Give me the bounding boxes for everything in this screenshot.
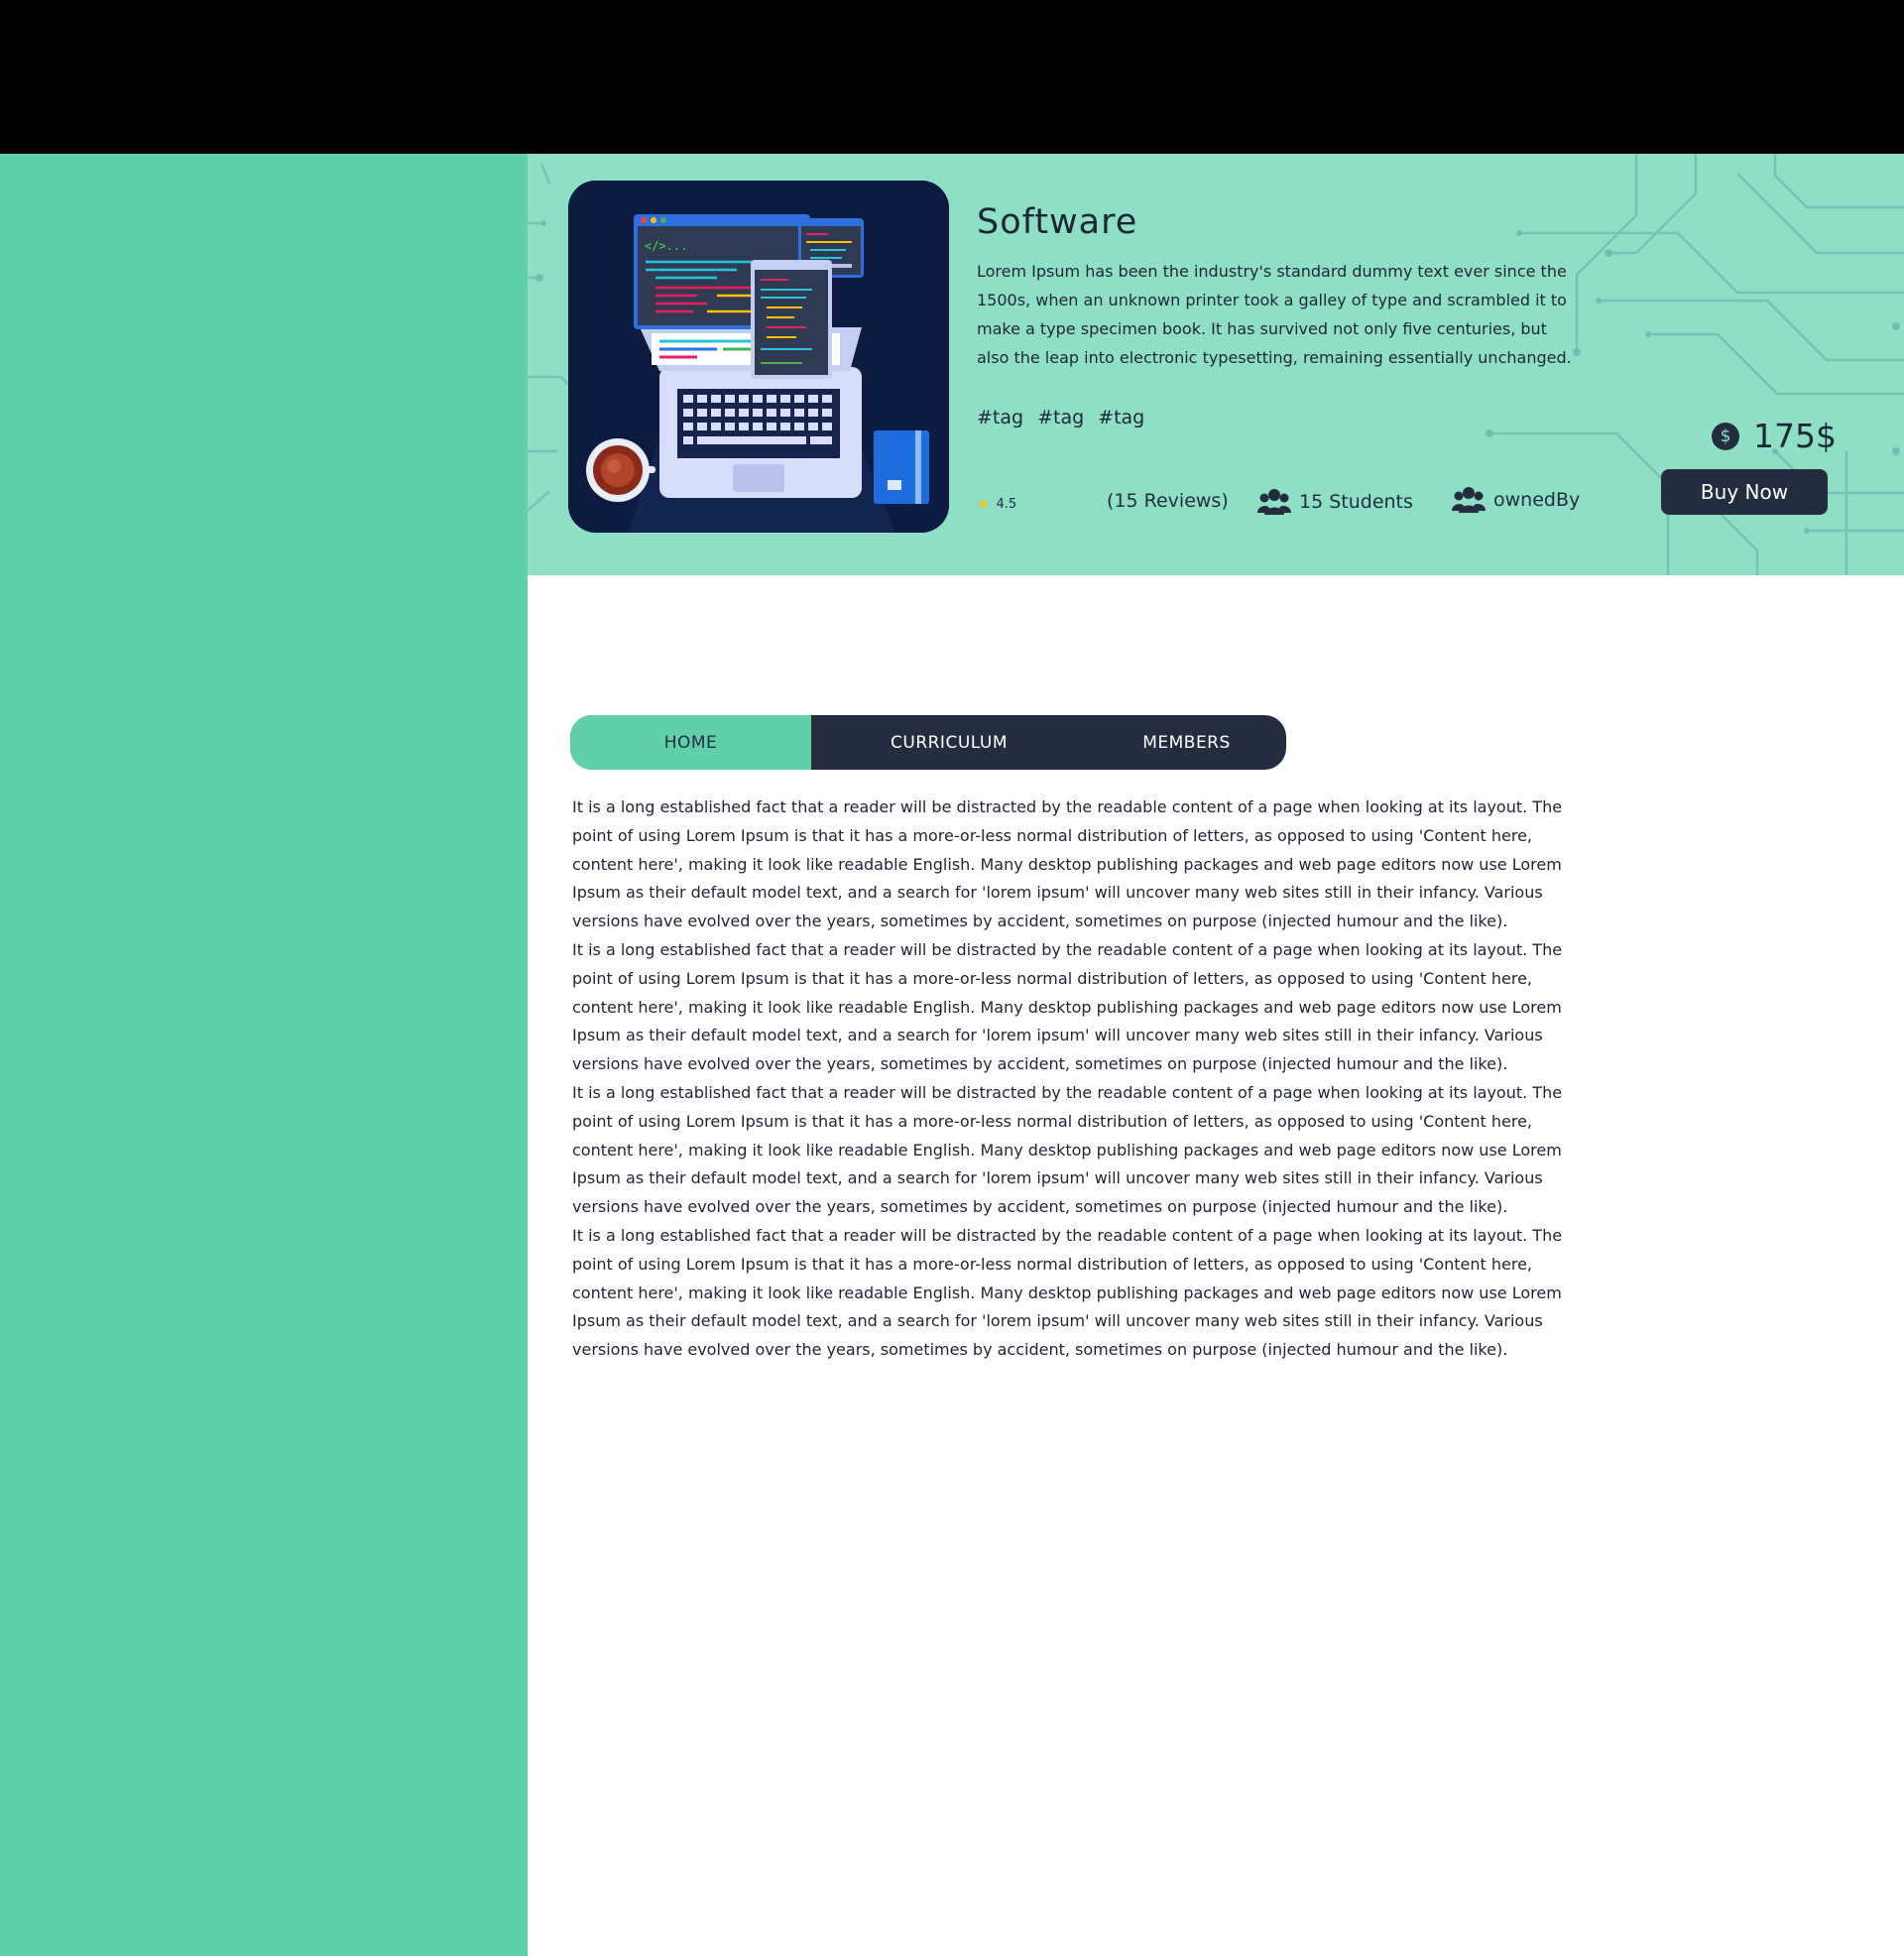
svg-text:</>...: </>...: [645, 239, 687, 253]
content-paragraph: It is a long established fact that a rea…: [572, 1082, 1563, 1217]
price-value: 175$: [1753, 417, 1837, 455]
content-paragraph: It is a long established fact that a rea…: [572, 1225, 1563, 1360]
people-icon: [1452, 485, 1486, 515]
dollar-icon: $: [1712, 422, 1739, 450]
course-description: Lorem Ipsum has been the industry's stan…: [977, 262, 1572, 367]
course-owner[interactable]: ownedBy: [1452, 485, 1580, 515]
tag-link[interactable]: #tag: [1037, 407, 1084, 428]
main-content: </>... Software Lorem Ipsum has been the…: [528, 154, 1904, 1956]
course-tabs: HOME CURRICULUM MEMBERS: [570, 715, 1286, 770]
content-paragraph: It is a long established fact that a rea…: [572, 939, 1563, 1074]
tag-link[interactable]: #tag: [977, 407, 1023, 428]
course-stats: ★ 4.5 (15 Reviews) 15 Students ownedBy: [977, 487, 1611, 521]
students-label: 15 Students: [1299, 491, 1413, 513]
course-tags: #tag #tag #tag: [977, 407, 1144, 428]
people-icon: [1257, 487, 1291, 517]
course-title: Software: [977, 202, 1138, 242]
rating-value: 4.5: [996, 496, 1017, 512]
sidebar: [0, 154, 528, 1956]
tab-content: It is a long established fact that a rea…: [572, 794, 1574, 1365]
owner-label: ownedBy: [1493, 489, 1581, 511]
buy-now-button[interactable]: Buy Now: [1661, 469, 1828, 515]
tab-members[interactable]: MEMBERS: [1087, 715, 1286, 770]
rating: ★ 4.5: [977, 495, 1016, 513]
students-count: 15 Students: [1257, 487, 1413, 517]
star-icon: ★: [977, 495, 991, 513]
tab-curriculum[interactable]: CURRICULUM: [811, 715, 1087, 770]
course-hero: </>... Software Lorem Ipsum has been the…: [528, 154, 1904, 575]
course-price: $ 175$: [1712, 417, 1837, 455]
content-paragraph: It is a long established fact that a rea…: [572, 797, 1563, 931]
top-bar: [0, 0, 1904, 154]
reviews-count[interactable]: (15 Reviews): [1107, 490, 1229, 512]
tab-home[interactable]: HOME: [570, 715, 811, 770]
tag-link[interactable]: #tag: [1098, 407, 1144, 428]
course-thumbnail: </>...: [568, 181, 949, 533]
